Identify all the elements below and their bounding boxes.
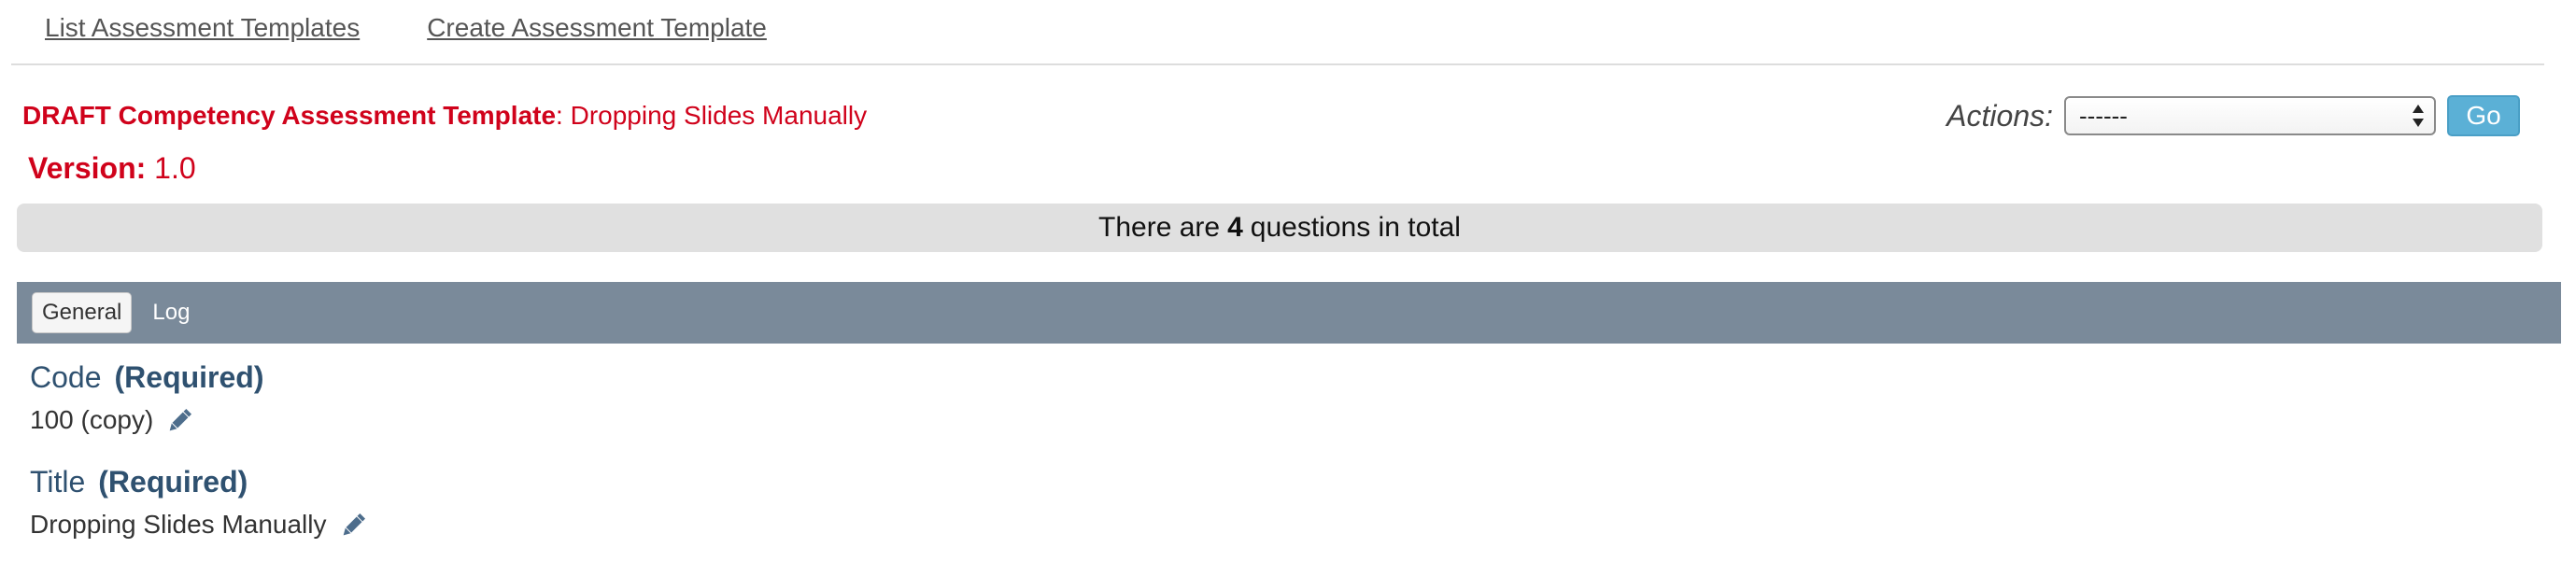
banner-suffix: questions in total: [1250, 212, 1461, 243]
actions-select[interactable]: ------: [2064, 96, 2436, 135]
pencil-icon[interactable]: [164, 404, 196, 436]
go-button[interactable]: Go: [2447, 95, 2520, 136]
actions-label: Actions:: [1946, 98, 2053, 133]
actions-select-value: ------: [2079, 101, 2128, 130]
template-title-separator: :: [556, 101, 571, 130]
code-field-value-row: 100 (copy): [30, 404, 264, 436]
code-field: Code (Required) 100 (copy): [30, 360, 264, 436]
version-line: Version: 1.0: [28, 151, 196, 186]
pencil-icon[interactable]: [338, 509, 370, 541]
questions-count-banner: There are 4 questions in total: [17, 204, 2542, 252]
top-divider: [11, 63, 2544, 65]
title-field: Title (Required) Dropping Slides Manually: [30, 465, 370, 541]
create-assessment-template-link[interactable]: Create Assessment Template: [427, 13, 767, 43]
select-arrows-icon: [2413, 105, 2424, 127]
title-field-label: Title: [30, 465, 86, 499]
tab-general[interactable]: General: [32, 292, 133, 333]
tabs-bar: General Log: [17, 282, 2561, 344]
title-required-label: (Required): [98, 465, 248, 499]
top-nav: List Assessment Templates Create Assessm…: [45, 9, 834, 47]
question-count: 4: [1227, 212, 1243, 243]
template-status-label: DRAFT Competency Assessment Template: [22, 101, 557, 130]
template-title: DRAFT Competency Assessment Template: Dr…: [22, 101, 867, 131]
version-label: Version:: [28, 151, 147, 185]
title-field-title: Title (Required): [30, 465, 370, 499]
title-field-value: Dropping Slides Manually: [30, 510, 327, 539]
list-assessment-templates-link[interactable]: List Assessment Templates: [45, 13, 360, 43]
title-field-value-row: Dropping Slides Manually: [30, 509, 370, 541]
code-field-label: Code: [30, 360, 102, 394]
code-required-label: (Required): [114, 360, 264, 394]
banner-prefix: There are: [1098, 212, 1221, 243]
version-value: 1.0: [154, 151, 196, 185]
actions-group: Actions: ------ Go: [1946, 95, 2520, 136]
code-field-value: 100 (copy): [30, 405, 154, 434]
code-field-title: Code (Required): [30, 360, 264, 395]
tab-log[interactable]: Log: [143, 292, 199, 333]
template-name: Dropping Slides Manually: [570, 101, 868, 130]
